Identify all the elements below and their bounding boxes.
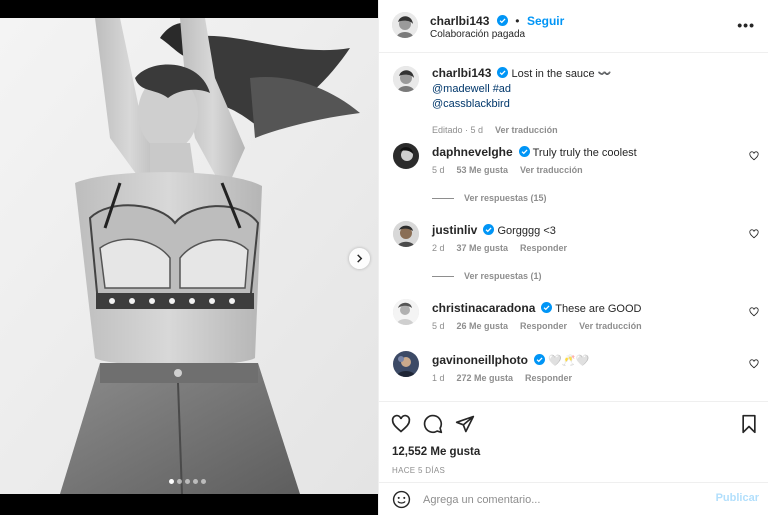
photo-bottom-border xyxy=(0,494,378,515)
caption-mention-2[interactable]: @cassblackbird xyxy=(432,98,510,110)
avatar-image xyxy=(393,221,419,247)
view-replies-label[interactable]: Ver respuestas (1) xyxy=(464,271,542,281)
post-side-panel: charlbi143 • Seguir Colaboración pagada … xyxy=(378,0,768,515)
avatar-image xyxy=(393,66,419,92)
comment-text: These are GOOD xyxy=(555,303,642,315)
add-comment-bar: Publicar xyxy=(379,482,768,515)
caption-mentions[interactable]: @madewell #ad xyxy=(432,83,511,95)
carousel-dot[interactable] xyxy=(201,479,206,484)
verified-badge-icon xyxy=(541,302,553,313)
heart-icon[interactable] xyxy=(749,307,759,317)
comment-body: daphnevelghe Truly truly the coolest xyxy=(432,145,732,161)
publish-button[interactable]: Publicar xyxy=(716,492,759,504)
comment-meta: 2 d 37 Me gusta Responder xyxy=(432,243,567,253)
comment-text: 🤍🥂🤍 xyxy=(548,355,590,367)
carousel-dot[interactable] xyxy=(185,479,190,484)
comment-reply[interactable]: Responder xyxy=(520,243,567,253)
view-replies-button[interactable]: Ver respuestas (15) xyxy=(432,193,547,203)
carousel-dot[interactable] xyxy=(177,479,182,484)
comment-text: Truly truly the coolest xyxy=(532,147,637,159)
photo-top-border xyxy=(0,0,378,18)
comment-likes[interactable]: 37 Me gusta xyxy=(457,243,509,253)
carousel-next-button[interactable] xyxy=(349,248,370,269)
avatar-image xyxy=(392,12,418,38)
comment-icon[interactable] xyxy=(423,414,443,434)
comment-likes[interactable]: 26 Me gusta xyxy=(457,321,509,331)
commenter-avatar[interactable] xyxy=(393,143,419,169)
comment-reply[interactable]: Responder xyxy=(520,321,567,331)
comment-likes[interactable]: 272 Me gusta xyxy=(457,373,514,383)
view-replies-button[interactable]: Ver respuestas (1) xyxy=(432,271,542,281)
heart-icon[interactable] xyxy=(749,359,759,369)
carousel-dot[interactable] xyxy=(193,479,198,484)
post-photo[interactable] xyxy=(0,18,378,494)
carousel-dot[interactable] xyxy=(169,479,174,484)
comment-meta: 1 d 272 Me gusta Responder xyxy=(432,373,572,383)
caption-edited: Editado · 5 d xyxy=(432,125,484,135)
comment-reply[interactable]: Responder xyxy=(525,373,572,383)
verified-badge-icon xyxy=(534,354,546,365)
separator-dot: • xyxy=(515,14,520,28)
heart-icon[interactable] xyxy=(749,151,759,161)
author-username[interactable]: charlbi143 xyxy=(430,14,489,28)
comment-age: 2 d xyxy=(432,243,445,253)
caption-meta: Editado · 5 d Ver traducción xyxy=(432,125,558,135)
follow-button[interactable]: Seguir xyxy=(527,14,564,28)
comment-username[interactable]: christinacaradona xyxy=(432,301,535,315)
post-actions: 12,552 Me gusta HACE 5 DÍAS Publicar xyxy=(379,401,768,515)
replies-divider xyxy=(432,275,454,277)
comment-age: 1 d xyxy=(432,373,445,383)
avatar-image xyxy=(393,143,419,169)
caption-text: Lost in the sauce 〰️ xyxy=(511,68,612,80)
comment-likes[interactable]: 53 Me gusta xyxy=(457,165,509,175)
photo-illustration xyxy=(0,18,378,494)
author-line: charlbi143 • Seguir xyxy=(430,12,564,30)
more-options-icon[interactable]: ••• xyxy=(737,17,755,33)
replies-divider xyxy=(432,197,454,199)
comments-list[interactable]: charlbi143 Lost in the sauce 〰️ @madewel… xyxy=(379,54,768,400)
heart-icon[interactable] xyxy=(391,414,411,434)
comment-username[interactable]: justinliv xyxy=(432,223,477,237)
post-age: HACE 5 DÍAS xyxy=(392,466,446,475)
caption-username[interactable]: charlbi143 xyxy=(432,66,491,80)
bookmark-icon[interactable] xyxy=(740,414,758,434)
comment-text: Gorgggg <3 xyxy=(497,225,556,237)
comment-body: christinacaradona These are GOOD xyxy=(432,301,732,317)
verified-badge-icon xyxy=(496,15,508,26)
comment-input[interactable] xyxy=(423,491,703,509)
comment-translate[interactable]: Ver traducción xyxy=(579,321,642,331)
paid-partnership-label[interactable]: Colaboración pagada xyxy=(430,29,525,40)
comment-meta: 5 d 26 Me gusta Responder Ver traducción xyxy=(432,321,642,331)
heart-icon[interactable] xyxy=(749,229,759,239)
caption-body: charlbi143 Lost in the sauce 〰️ @madewel… xyxy=(432,66,732,112)
caption-translate[interactable]: Ver traducción xyxy=(495,125,558,135)
comment-username[interactable]: daphnevelghe xyxy=(432,145,513,159)
commenter-avatar[interactable] xyxy=(393,351,419,377)
likes-count[interactable]: 12,552 Me gusta xyxy=(392,446,480,458)
comment-age: 5 d xyxy=(432,165,445,175)
verified-badge-icon xyxy=(497,67,509,78)
commenter-avatar[interactable] xyxy=(393,221,419,247)
comment-meta: 5 d 53 Me gusta Ver traducción xyxy=(432,165,583,175)
commenter-avatar[interactable] xyxy=(393,299,419,325)
comment-translate[interactable]: Ver traducción xyxy=(520,165,583,175)
author-avatar[interactable] xyxy=(392,12,418,38)
carousel-indicator xyxy=(169,479,206,484)
avatar-image xyxy=(393,299,419,325)
post-modal: charlbi143 • Seguir Colaboración pagada … xyxy=(0,0,768,515)
emoji-icon[interactable] xyxy=(392,490,411,509)
verified-badge-icon xyxy=(518,146,530,157)
view-replies-label[interactable]: Ver respuestas (15) xyxy=(464,193,547,203)
post-header: charlbi143 • Seguir Colaboración pagada … xyxy=(379,0,768,53)
verified-badge-icon xyxy=(483,224,495,235)
comment-age: 5 d xyxy=(432,321,445,331)
comment-body: gavinoneillphoto 🤍🥂🤍 xyxy=(432,353,732,369)
avatar-image xyxy=(393,351,419,377)
caption-avatar[interactable] xyxy=(393,66,419,92)
share-icon[interactable] xyxy=(455,414,475,434)
chevron-right-icon xyxy=(357,254,363,263)
comment-username[interactable]: gavinoneillphoto xyxy=(432,353,528,367)
comment-body: justinliv Gorgggg <3 xyxy=(432,223,732,239)
